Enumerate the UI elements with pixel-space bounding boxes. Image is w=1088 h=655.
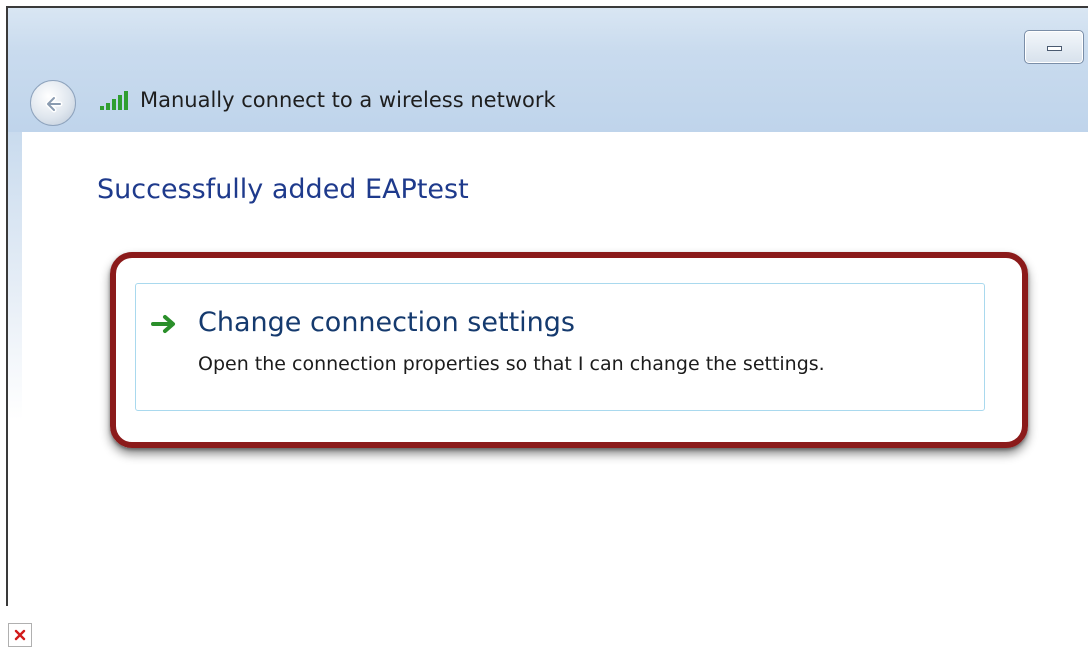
broken-image-icon	[8, 623, 32, 647]
back-arrow-icon	[45, 95, 63, 113]
title-bar	[8, 8, 1088, 132]
wizard-window: Manually connect to a wireless network S…	[6, 6, 1088, 612]
minimize-icon	[1047, 46, 1062, 51]
back-button[interactable]	[30, 80, 76, 126]
wireless-signal-icon	[100, 91, 128, 110]
screenshot: Manually connect to a wireless network S…	[0, 0, 1088, 655]
window-side-strip	[8, 132, 22, 612]
minimize-button[interactable]	[1024, 30, 1084, 64]
window-title: Manually connect to a wireless network	[140, 88, 556, 112]
command-link-title: Change connection settings	[198, 307, 575, 338]
command-link-description: Open the connection properties so that I…	[198, 353, 825, 375]
green-arrow-icon	[151, 315, 175, 333]
page-heading: Successfully added EAPtest	[97, 174, 469, 205]
change-connection-settings-link[interactable]: Change connection settings Open the conn…	[135, 283, 985, 411]
